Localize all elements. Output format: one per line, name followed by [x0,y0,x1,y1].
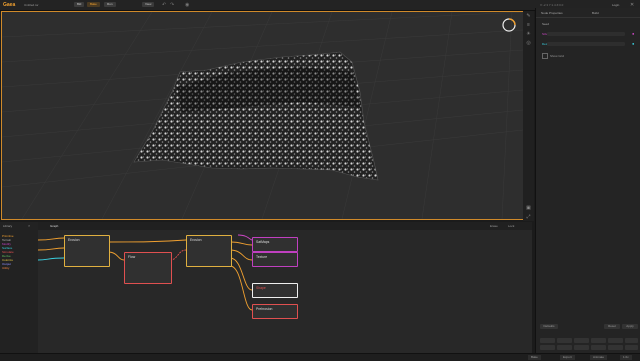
light-icon[interactable]: ☀ [526,32,531,37]
status-animate[interactable]: Animate [590,355,608,360]
pin-icon[interactable]: ● [632,31,634,36]
redo-icon[interactable]: ↷ [170,2,174,8]
build-button[interactable]: Bld [74,2,85,7]
property-label: Seed [542,22,550,26]
viewport-3d[interactable] [1,11,524,220]
property-row-size[interactable]: Size ● [540,31,638,36]
node-texture[interactable]: Texture [252,252,298,267]
pin-icon[interactable]: ● [632,41,634,46]
bake-button[interactable]: Bake [87,2,100,7]
lock-button[interactable]: Lock [508,224,514,228]
node-satmaps[interactable]: SatMaps [252,237,298,252]
layers-icon[interactable]: ≡ [526,23,531,28]
camera-reset-icon[interactable]: ▣ [526,206,531,211]
library-list: Primitive Terrain Modify Surface Simulat… [2,234,34,270]
node-title: Shape [256,286,266,290]
node-title: Erosion [68,238,80,242]
node-flow[interactable]: Flow [124,252,172,284]
view-button[interactable]: View [142,2,155,7]
library-title: Library [3,224,13,228]
defaults-button[interactable]: Defaults [540,324,558,329]
node-graph[interactable]: Erosion Flow Erosion SatMaps Texture Sha… [38,230,532,353]
coordinate-readout: X:-2.3 Y:1.4 Z:0.0 [540,3,564,7]
run-button[interactable]: Run [104,2,116,7]
account-button[interactable]: Login [612,3,619,7]
status-export[interactable]: Export [560,355,575,360]
properties-panel: Node Properties Build Seed Size ● Detail… [535,8,640,360]
undo-icon[interactable]: ↶ [162,2,166,8]
apply-button[interactable]: Apply [622,324,638,329]
tab-graph[interactable]: Graph [50,224,58,228]
graph-tabbar: Graph Erase Lock [38,222,532,230]
property-row-seed[interactable]: Seed [540,22,638,26]
erase-button[interactable]: Erase [490,224,498,228]
node-title: Erosion [190,238,202,242]
viewport-toolbar: ✎ ≡ ☀ ◎ ▣ ⤢ [523,11,534,221]
build-grid [540,338,638,352]
camera-icon[interactable]: ◉ [185,2,189,8]
property-row-detail[interactable]: Detail ● [540,41,638,46]
zoom-level: 1.0x [620,355,632,360]
node-title: Texture [256,255,268,259]
node-erosion-1[interactable]: Erosion [64,235,110,267]
node-library: Library ⌕ Primitive Terrain Modify Surfa… [0,222,39,356]
node-title: SatMaps [256,240,270,244]
node-title: Flow [128,255,136,259]
node-shape[interactable]: Shape [252,283,298,298]
fullscreen-icon[interactable]: ⤢ [526,215,531,220]
app-logo: Gaea [3,2,16,8]
show-grid-label: Show Grid [550,54,565,58]
show-grid-checkbox[interactable] [542,53,548,59]
search-icon[interactable]: ⌕ [28,223,30,228]
node-erosion-2[interactable]: Erosion [186,235,232,267]
tab-node-properties[interactable]: Node Properties [541,11,563,15]
detail-slider[interactable] [547,42,625,46]
eye-icon[interactable]: ◎ [526,41,531,46]
status-bake[interactable]: Bake [528,355,541,360]
wrench-icon[interactable]: ✎ [526,14,531,19]
terrain-scene [2,12,523,219]
project-name: Untitled.tor [24,3,39,7]
tab-build[interactable]: Build [592,11,599,15]
reset-button[interactable]: Reset [604,324,620,329]
size-slider[interactable] [547,32,625,36]
library-item[interactable]: Utility [2,266,34,270]
node-prehrosion[interactable]: Prehrosion [252,304,298,319]
node-title: Prehrosion [256,307,273,311]
